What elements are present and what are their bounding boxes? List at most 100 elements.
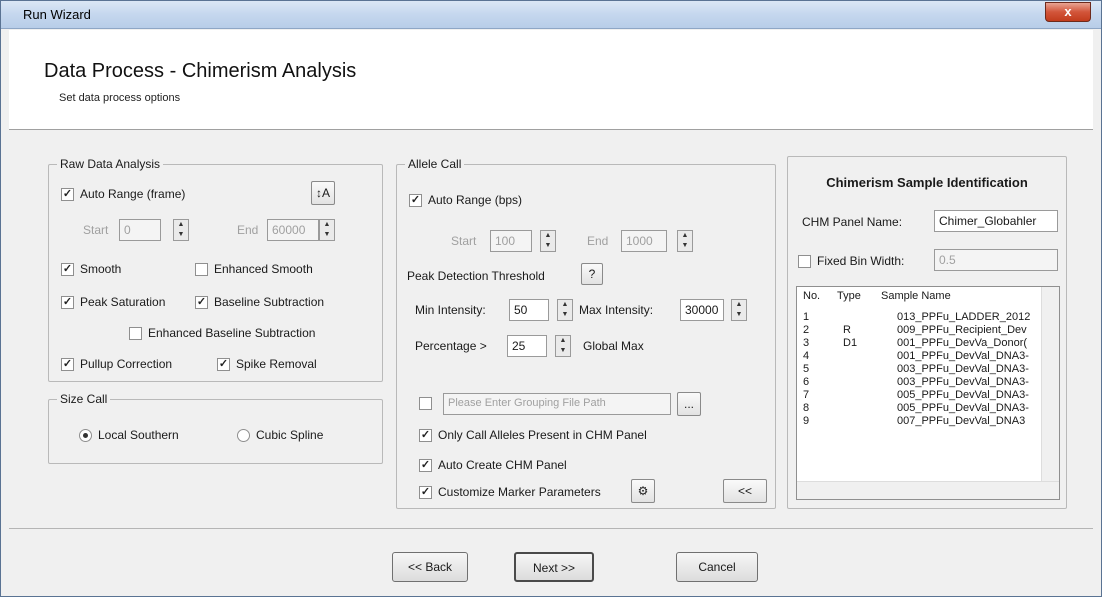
table-row[interactable]: 2 R 009_PPFu_Recipient_Dev [797, 324, 1041, 337]
min-intensity-input[interactable]: 50 [509, 299, 549, 321]
cubic-spline-radio[interactable]: Cubic Spline [237, 428, 323, 442]
sample-list[interactable]: No. Type Sample Name 1 013_PPFu_LADDER_2… [796, 286, 1060, 500]
end-bps-spinner[interactable]: ▲ ▼ [677, 230, 693, 252]
enhanced-smooth-checkbox[interactable]: Enhanced Smooth [195, 262, 313, 276]
auto-range-bps-checkbox[interactable]: ✓ Auto Range (bps) [409, 193, 522, 207]
start-bps-spinner[interactable]: ▲ ▼ [540, 230, 556, 252]
row-no: 3 [803, 337, 810, 349]
customize-marker-checkbox[interactable]: ✓ Customize Marker Parameters [419, 485, 601, 499]
only-call-alleles-checkbox[interactable]: ✓ Only Call Alleles Present in CHM Panel [419, 428, 647, 442]
start-frame-input[interactable]: 0 [119, 219, 161, 241]
close-button[interactable]: x [1045, 2, 1091, 22]
global-max-label: Global Max [583, 339, 644, 353]
chm-panel-name-label: CHM Panel Name: [802, 215, 903, 229]
smooth-checkbox[interactable]: ✓ Smooth [61, 262, 121, 276]
row-no: 2 [803, 324, 810, 336]
percentage-spinner[interactable]: ▲ ▼ [555, 335, 571, 357]
local-southern-radio[interactable]: Local Southern [79, 428, 179, 442]
allele-call-title: Allele Call [405, 157, 465, 171]
table-row[interactable]: 1 013_PPFu_LADDER_2012 [797, 311, 1041, 324]
auto-range-frame-checkbox[interactable]: ✓ Auto Range (frame) [61, 187, 185, 201]
row-type: R [843, 324, 851, 336]
radio-unselected-icon [237, 428, 250, 442]
grouping-file-path-input[interactable]: Please Enter Grouping File Path [443, 393, 671, 415]
settings-icon: ⚙ [637, 484, 649, 498]
row-no: 6 [803, 376, 810, 388]
peak-saturation-checkbox[interactable]: ✓ Peak Saturation [61, 295, 165, 309]
spike-removal-checkbox[interactable]: ✓ Spike Removal [217, 357, 317, 371]
help-button[interactable]: ? [581, 263, 603, 285]
auto-create-chm-label: Auto Create CHM Panel [438, 458, 567, 472]
grouping-file-checkbox[interactable] [419, 397, 432, 410]
checkbox-unchecked-icon [798, 254, 811, 268]
table-row[interactable]: 4 001_PPFu_DevVal_DNA3- [797, 350, 1041, 363]
pullup-correction-checkbox[interactable]: ✓ Pullup Correction [61, 357, 172, 371]
end-frame-input[interactable]: 60000 [267, 219, 319, 241]
sample-list-header: No. Type Sample Name [797, 290, 1041, 303]
marker-settings-button[interactable]: ⚙ [631, 479, 655, 503]
back-button[interactable]: << Back [392, 552, 468, 582]
checkbox-checked-icon: ✓ [61, 187, 74, 201]
row-sample-name: 005_PPFu_DevVal_DNA3- [897, 389, 1029, 401]
max-intensity-input[interactable]: 30000 [680, 299, 724, 321]
row-no: 5 [803, 363, 810, 375]
raw-data-analysis-group: Raw Data Analysis ✓ Auto Range (frame) ↕… [48, 157, 383, 382]
local-southern-label: Local Southern [98, 428, 179, 442]
chm-panel-name-input[interactable]: Chimer_Globahler [934, 210, 1058, 232]
fixed-bin-width-label: Fixed Bin Width: [817, 254, 905, 268]
peak-detection-threshold-label: Peak Detection Threshold [407, 269, 545, 283]
table-row[interactable]: 8 005_PPFu_DevVal_DNA3- [797, 402, 1041, 415]
next-button[interactable]: Next >> [514, 552, 594, 582]
size-call-title: Size Call [57, 392, 111, 406]
checkbox-checked-icon: ✓ [61, 262, 74, 276]
checkbox-checked-icon: ✓ [419, 485, 432, 499]
cancel-button[interactable]: Cancel [676, 552, 758, 582]
fixed-bin-width-checkbox[interactable]: Fixed Bin Width: [798, 254, 904, 268]
enhanced-baseline-checkbox[interactable]: Enhanced Baseline Subtraction [129, 326, 315, 340]
enhanced-smooth-label: Enhanced Smooth [214, 262, 313, 276]
row-sample-name: 003_PPFu_DevVal_DNA3- [897, 363, 1029, 375]
horizontal-scrollbar[interactable] [797, 481, 1059, 499]
column-header-type: Type [837, 290, 861, 302]
checkbox-unchecked-icon [195, 262, 208, 276]
size-call-group: Size Call Local Southern Cubic Spline [48, 392, 383, 464]
percentage-input[interactable]: 25 [507, 335, 547, 357]
min-intensity-label: Min Intensity: [415, 303, 486, 317]
end-bps-input[interactable]: 1000 [621, 230, 667, 252]
wizard-header: Data Process - Chimerism Analysis Set da… [9, 30, 1093, 130]
browse-button[interactable]: ... [677, 392, 701, 416]
table-row[interactable]: 6 003_PPFu_DevVal_DNA3- [797, 376, 1041, 389]
end-frame-spinner[interactable]: ▲ ▼ [319, 219, 335, 241]
column-header-no: No. [803, 290, 821, 302]
baseline-subtraction-checkbox[interactable]: ✓ Baseline Subtraction [195, 295, 324, 309]
min-intensity-spinner[interactable]: ▲ ▼ [557, 299, 573, 321]
table-row[interactable]: 3 D1 001_PPFu_DevVa_Donor( [797, 337, 1041, 350]
row-no: 8 [803, 402, 810, 414]
window-title: Run Wizard [23, 7, 91, 22]
title-bar[interactable]: Run Wizard x [1, 1, 1101, 29]
table-row[interactable]: 7 005_PPFu_DevVal_DNA3- [797, 389, 1041, 402]
max-intensity-spinner[interactable]: ▲ ▼ [731, 299, 747, 321]
row-no: 9 [803, 415, 810, 427]
peak-saturation-label: Peak Saturation [80, 295, 166, 309]
row-sample-name: 003_PPFu_DevVal_DNA3- [897, 376, 1029, 388]
row-sample-name: 007_PPFu_DevVal_DNA3 [897, 415, 1026, 427]
radio-selected-icon [79, 428, 92, 442]
row-no: 7 [803, 389, 810, 401]
start-bps-input[interactable]: 100 [490, 230, 532, 252]
collapse-button[interactable]: << [723, 479, 767, 503]
checkbox-checked-icon: ✓ [409, 193, 422, 207]
column-header-sample-name: Sample Name [881, 290, 951, 302]
run-wizard-window: Run Wizard x Data Process - Chimerism An… [0, 0, 1102, 597]
checkbox-unchecked-icon [419, 397, 432, 410]
start-frame-spinner[interactable]: ▲ ▼ [173, 219, 189, 241]
font-settings-button[interactable]: ↕A [311, 181, 335, 205]
checkbox-checked-icon: ✓ [61, 357, 74, 371]
table-row[interactable]: 5 003_PPFu_DevVal_DNA3- [797, 363, 1041, 376]
vertical-scrollbar[interactable] [1041, 287, 1059, 481]
fixed-bin-width-input[interactable]: 0.5 [934, 249, 1058, 271]
table-row[interactable]: 9 007_PPFu_DevVal_DNA3 [797, 415, 1041, 428]
checkbox-checked-icon: ✓ [419, 458, 432, 472]
auto-create-chm-checkbox[interactable]: ✓ Auto Create CHM Panel [419, 458, 567, 472]
row-sample-name: 005_PPFu_DevVal_DNA3- [897, 402, 1029, 414]
